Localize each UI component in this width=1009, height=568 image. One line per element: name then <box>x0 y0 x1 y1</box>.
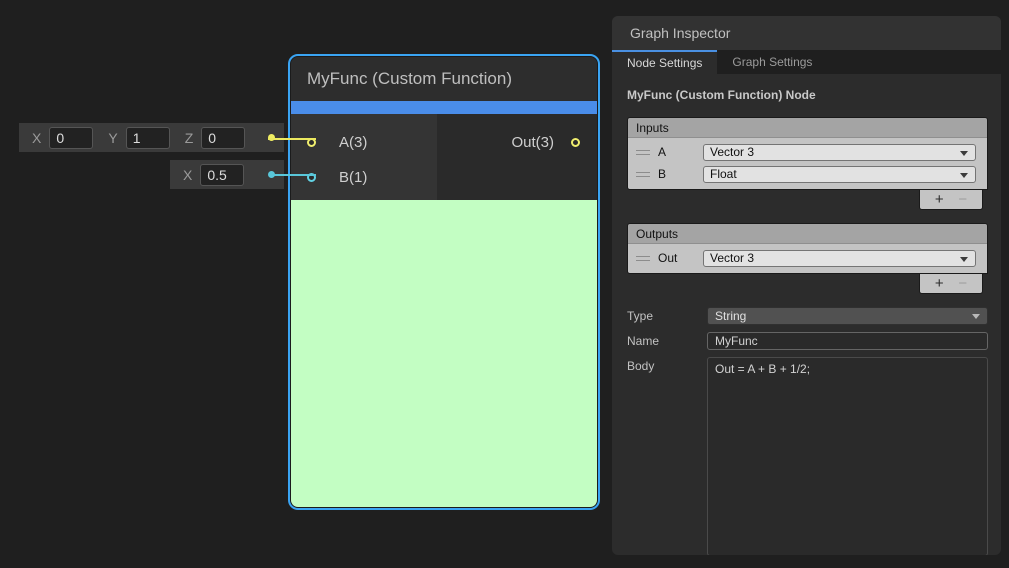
type-value: String <box>715 309 746 323</box>
input-b-name: B <box>658 167 666 181</box>
list-item[interactable]: A Vector 3 <box>628 141 987 163</box>
float-x-label: X <box>183 167 192 183</box>
outputs-list-footer: + − <box>919 274 983 294</box>
port-row-b: B(1) <box>307 166 367 188</box>
name-field[interactable] <box>707 332 988 350</box>
vector3-z-field[interactable] <box>201 127 245 149</box>
remove-output-button[interactable]: − <box>958 275 967 293</box>
outputs-list-rows: Out Vector 3 <box>628 244 987 273</box>
inputs-list-header: Inputs <box>628 118 987 138</box>
list-item[interactable]: B Float <box>628 163 987 185</box>
inputs-list-footer-row: + − <box>627 190 988 210</box>
drag-handle-icon[interactable] <box>636 256 650 261</box>
add-output-button[interactable]: + <box>935 275 944 293</box>
vector3-x-field[interactable] <box>49 127 93 149</box>
port-row-a: A(3) <box>307 131 367 153</box>
body-label: Body <box>627 357 707 555</box>
body-row: Body Out = A + B + 1/2; <box>627 357 988 555</box>
node-title[interactable]: MyFunc (Custom Function) <box>291 57 597 101</box>
output-out-type-dropdown[interactable]: Vector 3 <box>703 250 976 267</box>
port-out-icon[interactable] <box>571 138 580 147</box>
type-label: Type <box>627 307 707 325</box>
custom-function-node[interactable]: MyFunc (Custom Function) A(3) B(1) Out(3… <box>288 54 600 510</box>
input-a-type-value: Vector 3 <box>710 145 754 159</box>
remove-input-button[interactable]: − <box>958 191 967 209</box>
wire-vector3-to-a[interactable] <box>268 138 316 140</box>
vector3-z-label: Z <box>185 130 194 146</box>
custom-function-node-body: MyFunc (Custom Function) A(3) B(1) Out(3… <box>291 57 597 507</box>
output-out-type-value: Vector 3 <box>710 251 754 265</box>
vector3-input-widget: X Y Z <box>19 123 284 152</box>
input-b-type-value: Float <box>710 167 737 181</box>
name-row: Name <box>627 332 988 350</box>
outputs-list-footer-row: + − <box>627 274 988 294</box>
graph-inspector-panel: Graph Inspector Node Settings Graph Sett… <box>612 16 1001 555</box>
node-ports-area: A(3) B(1) Out(3) <box>291 114 597 200</box>
inspector-body: MyFunc (Custom Function) Node Inputs A V… <box>612 74 1001 555</box>
chevron-down-icon <box>960 257 968 262</box>
node-preview <box>291 200 597 507</box>
type-row: Type String <box>627 307 988 325</box>
port-a-label: A(3) <box>339 134 367 151</box>
outputs-list-header: Outputs <box>628 224 987 244</box>
drag-handle-icon[interactable] <box>636 172 650 177</box>
inputs-list-rows: A Vector 3 B Float <box>628 138 987 189</box>
vector3-y-label: Y <box>108 130 117 146</box>
vector3-x-label: X <box>32 130 41 146</box>
graph-inspector-title[interactable]: Graph Inspector <box>612 16 1001 50</box>
input-a-name: A <box>658 145 666 159</box>
body-field[interactable]: Out = A + B + 1/2; <box>707 357 988 555</box>
inputs-list: Inputs A Vector 3 B Float <box>627 117 988 190</box>
inputs-list-footer: + − <box>919 190 983 210</box>
chevron-down-icon <box>972 314 980 319</box>
tab-graph-settings[interactable]: Graph Settings <box>717 50 827 74</box>
chevron-down-icon <box>960 173 968 178</box>
type-dropdown[interactable]: String <box>707 307 988 325</box>
port-out-label: Out(3) <box>511 134 554 151</box>
input-a-type-dropdown[interactable]: Vector 3 <box>703 144 976 161</box>
chevron-down-icon <box>960 151 968 156</box>
input-b-type-dropdown[interactable]: Float <box>703 166 976 183</box>
port-b-label: B(1) <box>339 169 367 186</box>
drag-handle-icon[interactable] <box>636 150 650 155</box>
float-input-widget: X <box>170 160 284 189</box>
tab-node-settings[interactable]: Node Settings <box>612 50 717 74</box>
inspector-node-heading: MyFunc (Custom Function) Node <box>627 88 988 102</box>
output-out-name: Out <box>658 251 677 265</box>
port-row-out: Out(3) <box>511 131 580 153</box>
node-title-accent-strip <box>291 101 597 114</box>
outputs-list: Outputs Out Vector 3 <box>627 223 988 274</box>
vector3-y-field[interactable] <box>126 127 170 149</box>
wire-float-to-b[interactable] <box>270 174 316 176</box>
inspector-tab-bar: Node Settings Graph Settings <box>612 50 1001 74</box>
name-label: Name <box>627 332 707 350</box>
float-x-field[interactable] <box>200 164 244 186</box>
list-item[interactable]: Out Vector 3 <box>628 247 987 269</box>
add-input-button[interactable]: + <box>935 191 944 209</box>
